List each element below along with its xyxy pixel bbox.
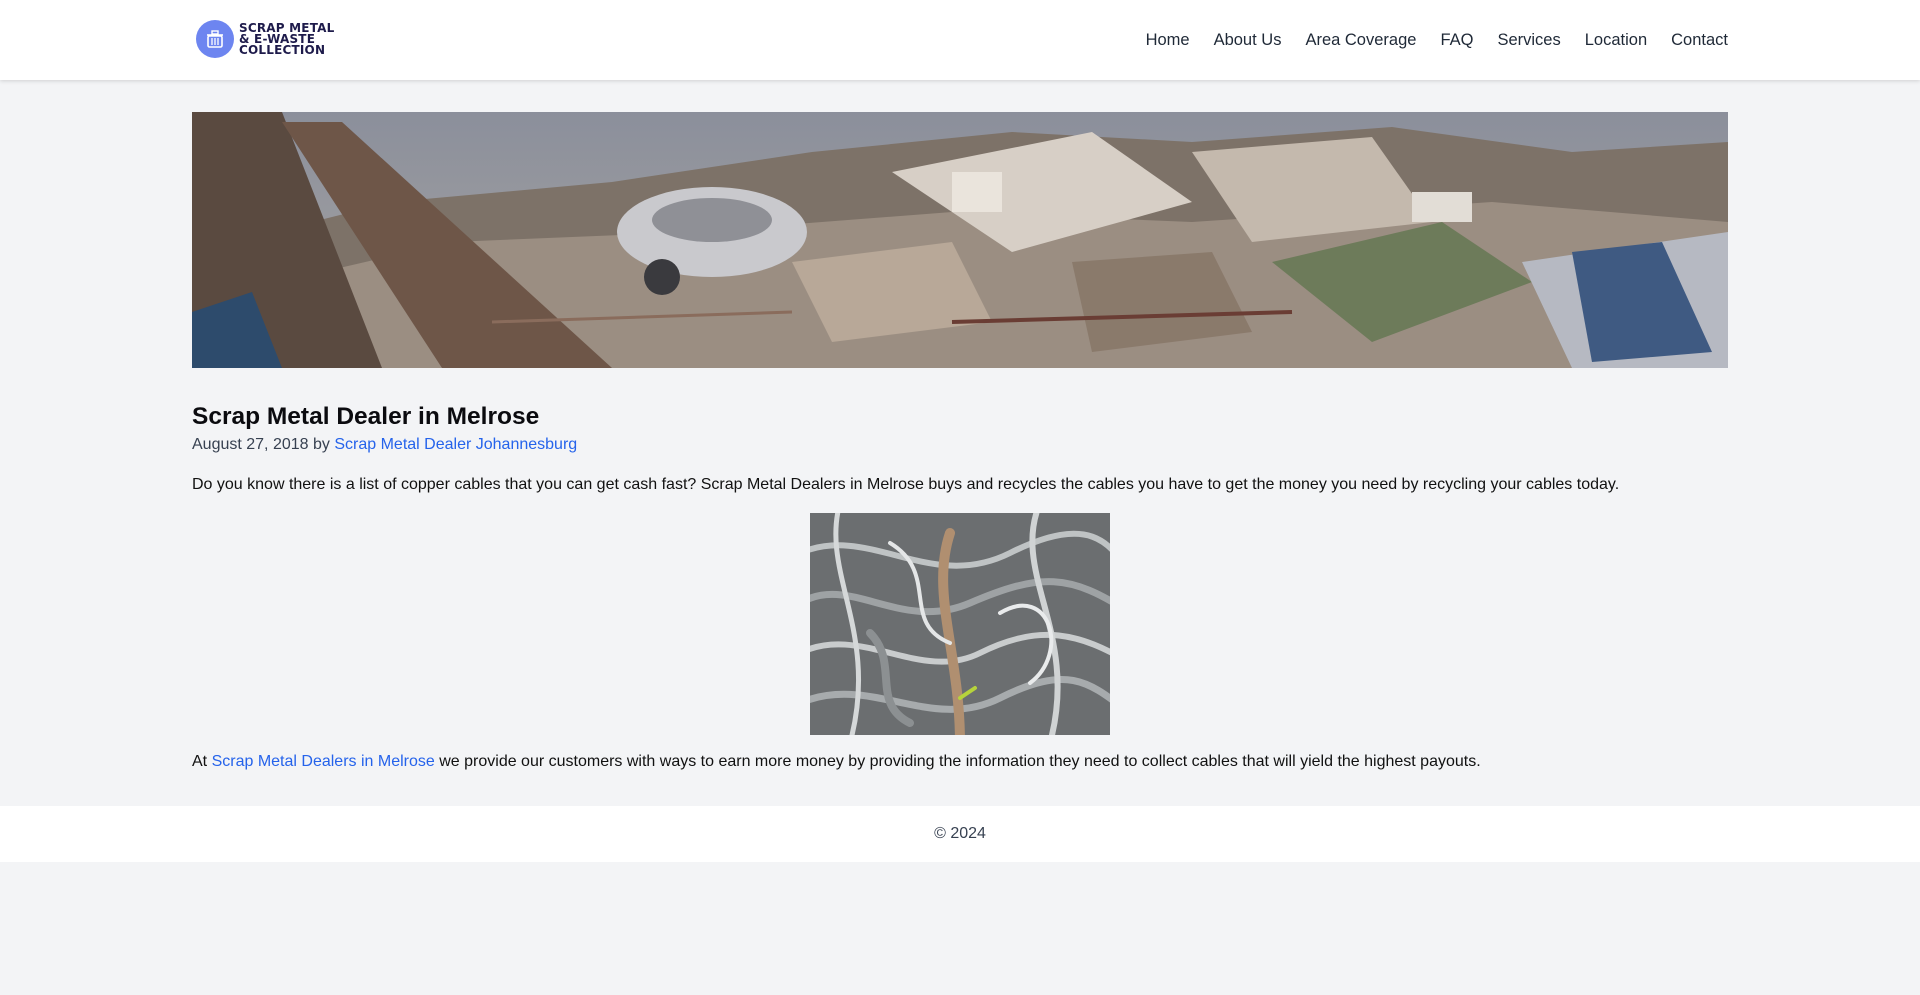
- recycle-bin-icon: [196, 20, 234, 58]
- logo-line: COLLECTION: [239, 42, 326, 57]
- site-footer: © 2024: [0, 806, 1920, 862]
- paragraph-2-suffix: we provide our customers with ways to ea…: [439, 753, 1481, 770]
- nav-link-area-coverage[interactable]: Area Coverage: [1305, 29, 1416, 51]
- post-content: Scrap Metal Dealer in Melrose August 27,…: [192, 400, 1728, 773]
- site-logo[interactable]: SCRAP METAL & E-WASTE COLLECTION: [196, 20, 334, 58]
- site-header: SCRAP METAL & E-WASTE COLLECTION Home Ab…: [0, 0, 1920, 80]
- nav-link-services[interactable]: Services: [1497, 29, 1560, 51]
- hero-image-scrapyard: [192, 112, 1728, 368]
- post-paragraph-2: At Scrap Metal Dealers in Melrose we pro…: [192, 751, 1728, 773]
- copper-cables-image: [810, 513, 1110, 735]
- nav-link-location[interactable]: Location: [1585, 29, 1647, 51]
- paragraph-2-prefix: At: [192, 753, 208, 770]
- nav-link-about-us[interactable]: About Us: [1214, 29, 1282, 51]
- copyright-text: © 2024: [934, 825, 986, 842]
- post-date: August 27, 2018: [192, 436, 309, 453]
- nav-link-faq[interactable]: FAQ: [1440, 29, 1473, 51]
- post-paragraph-1: Do you know there is a list of copper ca…: [192, 476, 1620, 493]
- scrap-metal-dealers-melrose-link[interactable]: Scrap Metal Dealers in Melrose: [212, 753, 435, 770]
- main-nav: Home About Us Area Coverage FAQ Services…: [1122, 29, 1728, 51]
- nav-link-contact[interactable]: Contact: [1671, 29, 1728, 51]
- post-title: Scrap Metal Dealer in Melrose: [192, 403, 540, 430]
- post-author-link[interactable]: Scrap Metal Dealer Johannesburg: [334, 436, 577, 453]
- nav-link-home[interactable]: Home: [1146, 29, 1190, 51]
- post-meta: August 27, 2018 by Scrap Metal Dealer Jo…: [192, 434, 1728, 456]
- logo-wordmark: SCRAP METAL & E-WASTE COLLECTION: [239, 22, 334, 57]
- post-by-label: by: [313, 436, 330, 453]
